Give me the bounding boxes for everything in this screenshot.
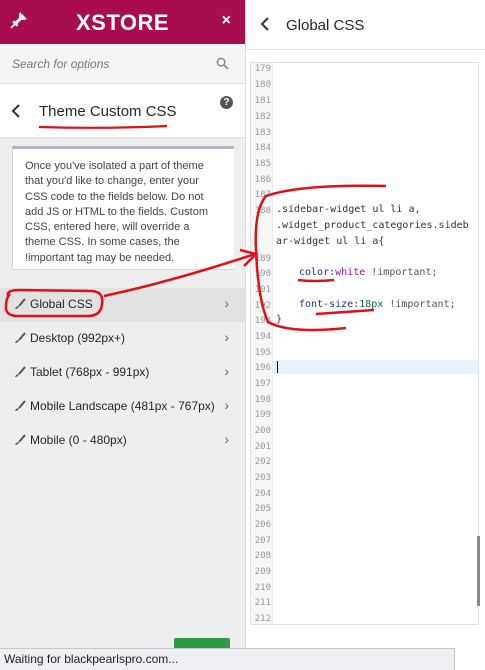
brand-header: XSTORE × [0, 0, 245, 44]
active-line-highlight [274, 360, 478, 374]
line-number: 212 [254, 614, 271, 624]
menu-item-label: Global CSS [30, 297, 93, 311]
editor-scrollbar[interactable] [477, 536, 480, 606]
line-number: 200 [254, 426, 271, 436]
chevron-right-icon: › [224, 329, 229, 345]
menu-item-label: Tablet (768px - 991px) [30, 365, 150, 379]
line-number-gutter: 179 180 181 182 183 184 185 186 187 188 … [251, 63, 273, 624]
customizer-sidebar: XSTORE × Theme Custom CSS ? Once you've … [0, 0, 245, 670]
section-description: Once you've isolated a part of theme tha… [12, 146, 234, 270]
line-number: 182 [254, 112, 271, 122]
panel-title: Global CSS [286, 17, 365, 34]
css-property: color [299, 267, 330, 278]
chevron-right-icon: › [224, 295, 229, 311]
brush-icon [15, 400, 26, 411]
line-number: 195 [254, 348, 271, 358]
menu-item-desktop[interactable]: Desktop (992px+) › [0, 322, 245, 356]
line-number: 194 [254, 332, 271, 342]
menu-item-mobile[interactable]: Mobile (0 - 480px) › [0, 424, 245, 458]
line-number: 193 [254, 316, 271, 326]
line-number: 188 [254, 206, 271, 216]
brush-icon [15, 298, 26, 309]
text-caret [277, 361, 278, 373]
line-number: 211 [254, 598, 271, 608]
line-number: 201 [254, 442, 271, 452]
section-header: Theme Custom CSS ? [0, 84, 245, 138]
line-number: 190 [254, 269, 271, 279]
css-property: font-size [299, 299, 354, 310]
line-number: 181 [254, 96, 271, 106]
line-number: 191 [254, 285, 271, 295]
css-value: 18px [359, 299, 384, 310]
line-number: 184 [254, 143, 271, 153]
code-line-color: color:white !important; [299, 267, 438, 278]
browser-status-bar: Waiting for blackpearlspro.com... [0, 648, 455, 670]
brand-logo: XSTORE [75, 10, 170, 35]
menu-item-label: Mobile (0 - 480px) [30, 433, 127, 447]
line-number: 183 [254, 128, 271, 138]
brush-icon [15, 366, 26, 377]
line-number: 204 [254, 489, 271, 499]
line-number: 179 [254, 64, 271, 74]
line-number: 202 [254, 457, 271, 467]
menu-item-global-css[interactable]: Global CSS › [0, 288, 245, 322]
search-icon[interactable] [216, 57, 229, 70]
important-flag: !important; [383, 299, 456, 310]
line-number: 203 [254, 473, 271, 483]
line-number: 208 [254, 551, 271, 561]
css-value: white [335, 267, 366, 278]
line-number: 185 [254, 159, 271, 169]
menu-item-label: Desktop (992px+) [30, 331, 126, 345]
back-arrow-icon[interactable] [258, 14, 272, 39]
line-number: 210 [254, 583, 271, 593]
line-number: 206 [254, 520, 271, 530]
annotation-underline [38, 124, 168, 129]
line-number: 187 [254, 190, 271, 200]
line-number: 186 [254, 175, 271, 185]
important-flag: !important; [365, 267, 438, 278]
section-title: Theme Custom CSS [39, 103, 177, 120]
line-number: 180 [254, 80, 271, 90]
code-line-font-size: font-size:18px !important; [299, 299, 456, 310]
css-code-editor[interactable]: 179 180 181 182 183 184 185 186 187 188 … [250, 62, 479, 625]
code-line: .widget_product_categories.sideb [276, 220, 469, 231]
chevron-right-icon: › [224, 431, 229, 447]
menu-item-tablet[interactable]: Tablet (768px - 991px) › [0, 356, 245, 390]
search-bar [0, 44, 245, 84]
line-number: 198 [254, 395, 271, 405]
menu-item-label: Mobile Landscape (481px - 767px) [30, 399, 215, 413]
back-arrow-icon[interactable] [6, 100, 28, 122]
css-section-list: Global CSS › Desktop (992px+) › Tablet (… [0, 288, 245, 458]
chevron-right-icon: › [224, 363, 229, 379]
menu-item-mobile-landscape[interactable]: Mobile Landscape (481px - 767px) › [0, 390, 245, 424]
code-line: .sidebar-widget ul li a, [276, 204, 421, 215]
panel-header: Global CSS [246, 0, 485, 50]
line-number: 205 [254, 504, 271, 514]
brush-icon [15, 332, 26, 343]
line-number: 199 [254, 410, 271, 420]
code-line: } [276, 314, 283, 325]
brush-icon [15, 434, 26, 445]
line-number: 192 [254, 301, 271, 311]
line-number: 196 [254, 363, 271, 373]
close-icon[interactable]: × [222, 12, 231, 30]
code-line: ar-widget ul li a{ [276, 236, 385, 247]
chevron-right-icon: › [224, 397, 229, 413]
line-number: 207 [254, 536, 271, 546]
line-number: 209 [254, 567, 271, 577]
line-number: 189 [254, 254, 271, 264]
line-number: 197 [254, 379, 271, 389]
help-icon[interactable]: ? [220, 96, 233, 109]
search-input[interactable] [12, 54, 202, 74]
